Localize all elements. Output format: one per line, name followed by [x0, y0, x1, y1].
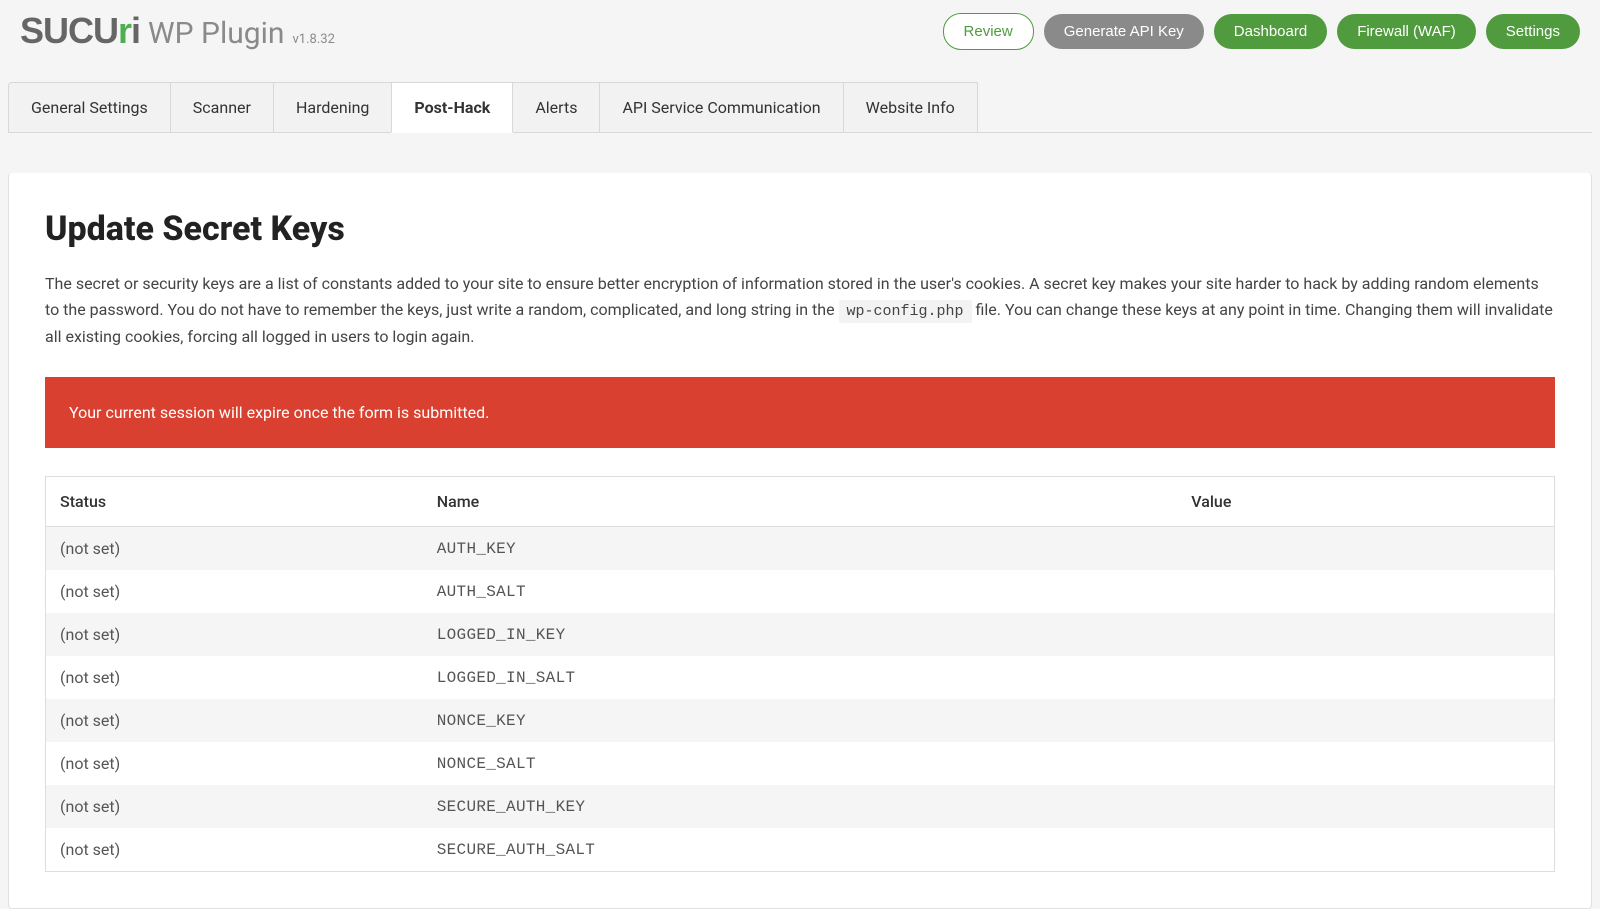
cell-status: (not set) [46, 570, 423, 613]
cell-status: (not set) [46, 828, 423, 872]
cell-name: LOGGED_IN_SALT [423, 656, 1178, 699]
cell-status: (not set) [46, 527, 423, 571]
desc-code: wp-config.php [839, 300, 972, 323]
tab-api-service[interactable]: API Service Communication [599, 82, 843, 132]
cell-status: (not set) [46, 742, 423, 785]
cell-name: AUTH_KEY [423, 527, 1178, 571]
cell-name: LOGGED_IN_KEY [423, 613, 1178, 656]
product-name: WP Plugin [148, 16, 284, 51]
col-value: Value [1177, 477, 1554, 527]
cell-status: (not set) [46, 785, 423, 828]
tab-post-hack[interactable]: Post-Hack [391, 82, 513, 133]
table-row: (not set)SECURE_AUTH_SALT [46, 828, 1555, 872]
cell-value [1177, 742, 1554, 785]
content-panel: Update Secret Keys The secret or securit… [8, 173, 1592, 909]
cell-name: NONCE_KEY [423, 699, 1178, 742]
table-row: (not set)AUTH_KEY [46, 527, 1555, 571]
firewall-button[interactable]: Firewall (WAF) [1337, 14, 1476, 49]
cell-value [1177, 613, 1554, 656]
table-row: (not set)NONCE_KEY [46, 699, 1555, 742]
description: The secret or security keys are a list o… [45, 271, 1555, 349]
brand-accent: r [118, 10, 131, 51]
product-version: v1.8.32 [293, 32, 335, 47]
cell-name: AUTH_SALT [423, 570, 1178, 613]
cell-name: SECURE_AUTH_KEY [423, 785, 1178, 828]
brand-text-2: i [131, 10, 140, 51]
header-buttons: Review Generate API Key Dashboard Firewa… [943, 13, 1580, 50]
brand-logo: SUCUri [20, 10, 140, 52]
cell-value [1177, 699, 1554, 742]
logo-block: SUCUri WP Plugin v1.8.32 [20, 10, 335, 52]
cell-name: NONCE_SALT [423, 742, 1178, 785]
brand-text-1: SUCU [20, 10, 118, 51]
dashboard-button[interactable]: Dashboard [1214, 14, 1327, 49]
table-row: (not set)LOGGED_IN_SALT [46, 656, 1555, 699]
cell-value [1177, 570, 1554, 613]
review-button[interactable]: Review [943, 13, 1034, 50]
table-row: (not set)AUTH_SALT [46, 570, 1555, 613]
cell-value [1177, 828, 1554, 872]
cell-status: (not set) [46, 613, 423, 656]
tab-hardening[interactable]: Hardening [273, 82, 392, 132]
cell-status: (not set) [46, 699, 423, 742]
table-header-row: Status Name Value [46, 477, 1555, 527]
table-row: (not set)SECURE_AUTH_KEY [46, 785, 1555, 828]
table-row: (not set)LOGGED_IN_KEY [46, 613, 1555, 656]
tab-alerts[interactable]: Alerts [512, 82, 600, 132]
settings-button[interactable]: Settings [1486, 14, 1580, 49]
generate-api-key-button[interactable]: Generate API Key [1044, 14, 1204, 49]
col-name: Name [423, 477, 1178, 527]
table-row: (not set)NONCE_SALT [46, 742, 1555, 785]
col-status: Status [46, 477, 423, 527]
session-expire-alert: Your current session will expire once th… [45, 377, 1555, 448]
cell-value [1177, 656, 1554, 699]
tab-website-info[interactable]: Website Info [843, 82, 978, 132]
cell-name: SECURE_AUTH_SALT [423, 828, 1178, 872]
cell-status: (not set) [46, 656, 423, 699]
cell-value [1177, 527, 1554, 571]
cell-value [1177, 785, 1554, 828]
settings-tabs: General Settings Scanner Hardening Post-… [8, 82, 1592, 133]
header: SUCUri WP Plugin v1.8.32 Review Generate… [0, 0, 1600, 62]
page-title: Update Secret Keys [45, 209, 1555, 249]
tab-general-settings[interactable]: General Settings [8, 82, 171, 132]
secret-keys-table: Status Name Value (not set)AUTH_KEY(not … [45, 476, 1555, 872]
tab-scanner[interactable]: Scanner [170, 82, 274, 132]
